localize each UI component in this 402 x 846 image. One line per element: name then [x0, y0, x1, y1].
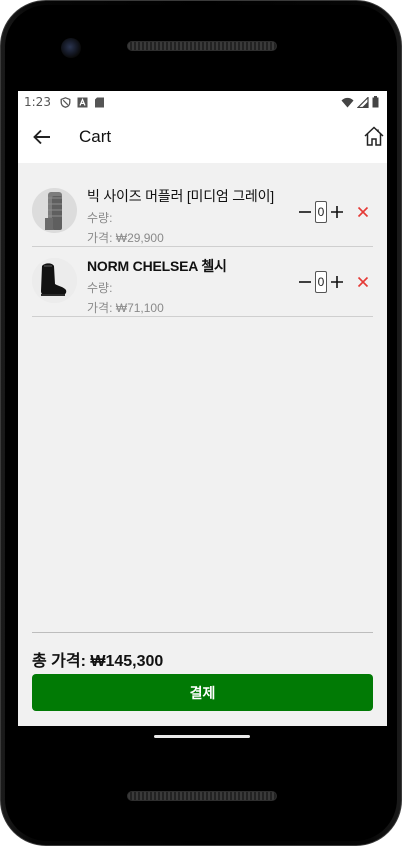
- product-thumbnail-boot: [32, 258, 77, 303]
- sd-card-icon: [94, 97, 105, 108]
- quantity-label: 수량:: [87, 211, 113, 225]
- price-label: 가격: ₩71,100: [87, 301, 164, 315]
- status-bar: 1:23: [18, 91, 387, 113]
- price-label: 가격: ₩29,900: [87, 231, 164, 245]
- app-screen: 1:23 Cart 빅 사이즈 머플러 [미디엄 그레이] 수량: 가격: ₩2…: [18, 91, 387, 726]
- cart-item: NORM CHELSEA 첼시 수량: 가격: ₩71,100 0: [32, 248, 373, 317]
- cart-item-list: 빅 사이즈 머플러 [미디엄 그레이] 수량: 가격: ₩29,900 0 NO…: [32, 178, 373, 318]
- quantity-label: 수량:: [87, 281, 113, 295]
- total-price: 총 가격: ₩145,300: [32, 653, 164, 670]
- quantity-stepper: 0: [297, 271, 371, 293]
- shield-icon: [60, 96, 71, 108]
- decrease-quantity-button[interactable]: [297, 204, 313, 220]
- page-title: Cart: [79, 127, 112, 146]
- status-time: 1:23: [24, 95, 51, 109]
- remove-item-button[interactable]: [355, 204, 371, 220]
- product-thumbnail-scarf: [32, 188, 77, 233]
- front-camera: [61, 38, 81, 58]
- back-button[interactable]: [30, 125, 54, 149]
- wifi-icon: [341, 97, 354, 111]
- arrow-left-icon: [33, 129, 50, 145]
- top-speaker-grille: [127, 41, 277, 51]
- cart-item: 빅 사이즈 머플러 [미디엄 그레이] 수량: 가격: ₩29,900 0: [32, 178, 373, 247]
- minus-icon: [299, 211, 311, 213]
- app-bar: Cart: [18, 113, 387, 163]
- home-icon: [364, 126, 384, 146]
- status-right-icons: [341, 95, 379, 111]
- minus-icon: [299, 281, 311, 283]
- battery-icon: [372, 96, 379, 111]
- increase-quantity-button[interactable]: [329, 204, 345, 220]
- system-home-indicator[interactable]: [154, 735, 250, 738]
- footer-divider: [32, 632, 373, 633]
- phone-frame: 1:23 Cart 빅 사이즈 머플러 [미디엄 그레이] 수량: 가격: ₩2…: [0, 0, 402, 846]
- decrease-quantity-button[interactable]: [297, 274, 313, 290]
- a-badge-icon: [77, 97, 88, 108]
- quantity-stepper: 0: [297, 201, 371, 223]
- bottom-speaker-grille: [127, 791, 277, 801]
- plus-icon: [331, 206, 343, 218]
- increase-quantity-button[interactable]: [329, 274, 345, 290]
- plus-icon: [331, 276, 343, 288]
- quantity-input[interactable]: 0: [315, 201, 327, 223]
- product-name: NORM CHELSEA 첼시: [87, 258, 227, 274]
- close-icon: [357, 206, 369, 218]
- close-icon: [357, 276, 369, 288]
- product-name: 빅 사이즈 머플러 [미디엄 그레이]: [87, 188, 274, 204]
- quantity-input[interactable]: 0: [315, 271, 327, 293]
- signal-icon: [356, 95, 369, 111]
- home-button[interactable]: [363, 125, 385, 147]
- remove-item-button[interactable]: [355, 274, 371, 290]
- checkout-button[interactable]: 결제: [32, 674, 373, 711]
